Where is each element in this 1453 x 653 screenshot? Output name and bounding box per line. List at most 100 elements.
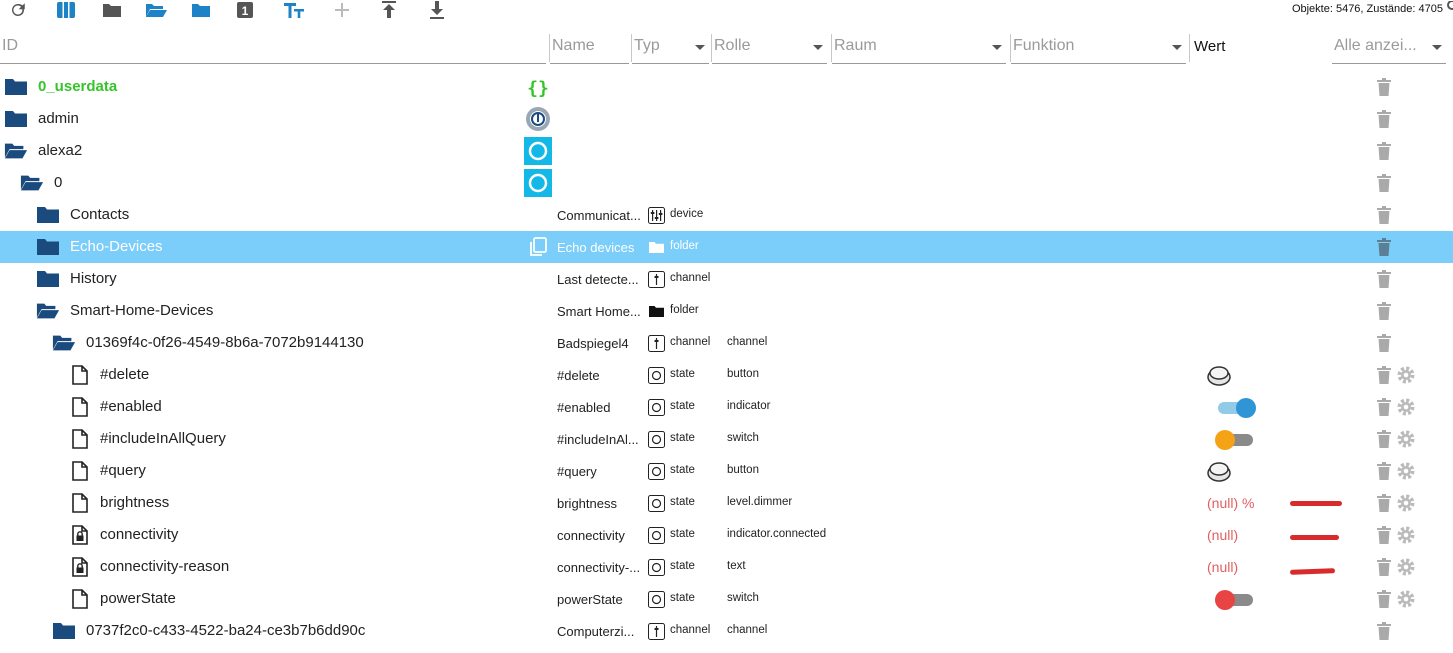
trash-icon[interactable]: [1376, 461, 1392, 481]
tree-row[interactable]: connectivity-reason connectivity-... sta…: [0, 551, 1453, 583]
room-filter-select[interactable]: Raum: [832, 30, 1006, 64]
file-icon[interactable]: [68, 429, 92, 449]
alexa-icon: [524, 169, 552, 197]
tree-row[interactable]: 01369f4c-0f26-4549-8b6a-7072b9144130 Bad…: [0, 327, 1453, 359]
tree-row[interactable]: #delete #delete state button: [0, 359, 1453, 391]
toggle-switch-off[interactable]: [1213, 428, 1255, 452]
tree-row[interactable]: Contacts Communicat... device: [0, 199, 1453, 231]
object-type: state: [670, 400, 695, 412]
object-role: indicator.connected: [727, 528, 827, 540]
trash-icon[interactable]: [1376, 205, 1392, 225]
file-icon[interactable]: [68, 589, 92, 609]
copy-icon[interactable]: [528, 237, 548, 257]
name-filter-input[interactable]: Name: [550, 30, 629, 64]
trash-icon[interactable]: [1376, 77, 1392, 97]
trash-icon[interactable]: [1376, 557, 1392, 577]
state-value[interactable]: (null): [1207, 527, 1238, 543]
gear-icon[interactable]: [1396, 429, 1416, 449]
trash-icon[interactable]: [1376, 237, 1392, 257]
folder-open-icon[interactable]: [145, 0, 167, 20]
plus-icon[interactable]: [331, 0, 353, 20]
trash-icon[interactable]: [1376, 269, 1392, 289]
object-id: connectivity: [100, 526, 179, 543]
file-icon[interactable]: [68, 397, 92, 417]
folder-icon[interactable]: [36, 237, 60, 257]
trash-icon[interactable]: [1376, 141, 1392, 161]
gear-icon[interactable]: [1396, 589, 1416, 609]
folder-open-icon[interactable]: [52, 333, 76, 353]
gear-icon[interactable]: [1396, 557, 1416, 577]
gear-icon[interactable]: [1396, 525, 1416, 545]
function-filter-select[interactable]: Funktion: [1011, 30, 1186, 64]
gear-icon[interactable]: [1396, 461, 1416, 481]
gear-icon[interactable]: [1396, 365, 1416, 385]
state-value[interactable]: (null): [1207, 559, 1238, 575]
object-id: 01369f4c-0f26-4549-8b6a-7072b9144130: [86, 334, 364, 351]
object-type: state: [670, 432, 695, 444]
tree-row[interactable]: #includeInAllQuery #includeInAl... state…: [0, 423, 1453, 455]
locked-file-icon[interactable]: [68, 525, 92, 545]
file-icon[interactable]: [68, 365, 92, 385]
trash-icon[interactable]: [1376, 333, 1392, 353]
trash-icon[interactable]: [1376, 589, 1392, 609]
folder-open-icon[interactable]: [4, 141, 28, 161]
tree-row[interactable]: 0_userdata {}: [0, 71, 1453, 103]
folder-icon[interactable]: [4, 77, 28, 97]
show-all-select[interactable]: Alle anzei...: [1332, 30, 1446, 64]
trash-icon[interactable]: [1376, 429, 1392, 449]
trash-icon[interactable]: [1376, 109, 1392, 129]
role-filter-select[interactable]: Rolle: [712, 30, 827, 64]
trash-icon[interactable]: [1376, 365, 1392, 385]
trash-icon[interactable]: [1376, 301, 1392, 321]
search-icon[interactable]: [1445, 0, 1453, 12]
refresh-icon[interactable]: [7, 0, 29, 20]
tree-row[interactable]: alexa2: [0, 135, 1453, 167]
file-icon[interactable]: [68, 493, 92, 513]
tree-row-selected[interactable]: Echo-Devices Echo devices folder: [0, 231, 1453, 263]
tree-row[interactable]: admin: [0, 103, 1453, 135]
tree-row[interactable]: #query #query state button: [0, 455, 1453, 487]
object-type: folder: [670, 304, 699, 316]
state-icon: [648, 463, 665, 480]
folder-icon[interactable]: [190, 0, 212, 20]
gear-icon[interactable]: [1396, 493, 1416, 513]
columns-icon[interactable]: [55, 0, 77, 20]
folder-icon: [649, 242, 664, 253]
trash-icon[interactable]: [1376, 525, 1392, 545]
folder-icon[interactable]: [36, 205, 60, 225]
push-button[interactable]: [1206, 363, 1232, 387]
trash-icon[interactable]: [1376, 173, 1392, 193]
trash-icon[interactable]: [1376, 493, 1392, 513]
locked-file-icon[interactable]: [68, 557, 92, 577]
gear-icon[interactable]: [1396, 397, 1416, 417]
tree-row[interactable]: brightness brightness state level.dimmer…: [0, 487, 1453, 519]
toggle-switch-off[interactable]: [1213, 588, 1255, 612]
id-filter-input[interactable]: ID: [0, 30, 546, 64]
folder-icon[interactable]: [36, 269, 60, 289]
tree-row[interactable]: powerState powerState state switch: [0, 583, 1453, 615]
upload-icon[interactable]: [378, 0, 400, 20]
trash-icon[interactable]: [1376, 397, 1392, 417]
file-icon[interactable]: [68, 461, 92, 481]
folder-open-icon[interactable]: [20, 173, 44, 193]
folder-icon[interactable]: [4, 109, 28, 129]
object-id: #query: [100, 462, 146, 479]
tree-row[interactable]: connectivity connectivity state indicato…: [0, 519, 1453, 551]
push-button[interactable]: [1206, 459, 1232, 483]
text-size-icon[interactable]: [283, 0, 305, 20]
tree-row[interactable]: 0: [0, 167, 1453, 199]
tree-row[interactable]: History Last detecte... channel: [0, 263, 1453, 295]
folder-open-icon[interactable]: [36, 301, 60, 321]
tree-row[interactable]: #enabled #enabled state indicator: [0, 391, 1453, 423]
trash-icon[interactable]: [1376, 621, 1392, 641]
state-value[interactable]: (null) %: [1207, 495, 1254, 511]
type-filter-select[interactable]: Typ: [632, 30, 709, 64]
toggle-switch-on[interactable]: [1216, 396, 1258, 420]
download-icon[interactable]: [426, 0, 448, 20]
one-icon[interactable]: 1: [234, 0, 256, 20]
object-name: Smart Home...: [557, 304, 641, 319]
tree-row[interactable]: Smart-Home-Devices Smart Home... folder: [0, 295, 1453, 327]
tree-row[interactable]: 0737f2c0-c433-4522-ba24-ce3b7b6dd90c Com…: [0, 615, 1453, 647]
folder-icon[interactable]: [101, 0, 123, 20]
folder-icon[interactable]: [52, 621, 76, 641]
